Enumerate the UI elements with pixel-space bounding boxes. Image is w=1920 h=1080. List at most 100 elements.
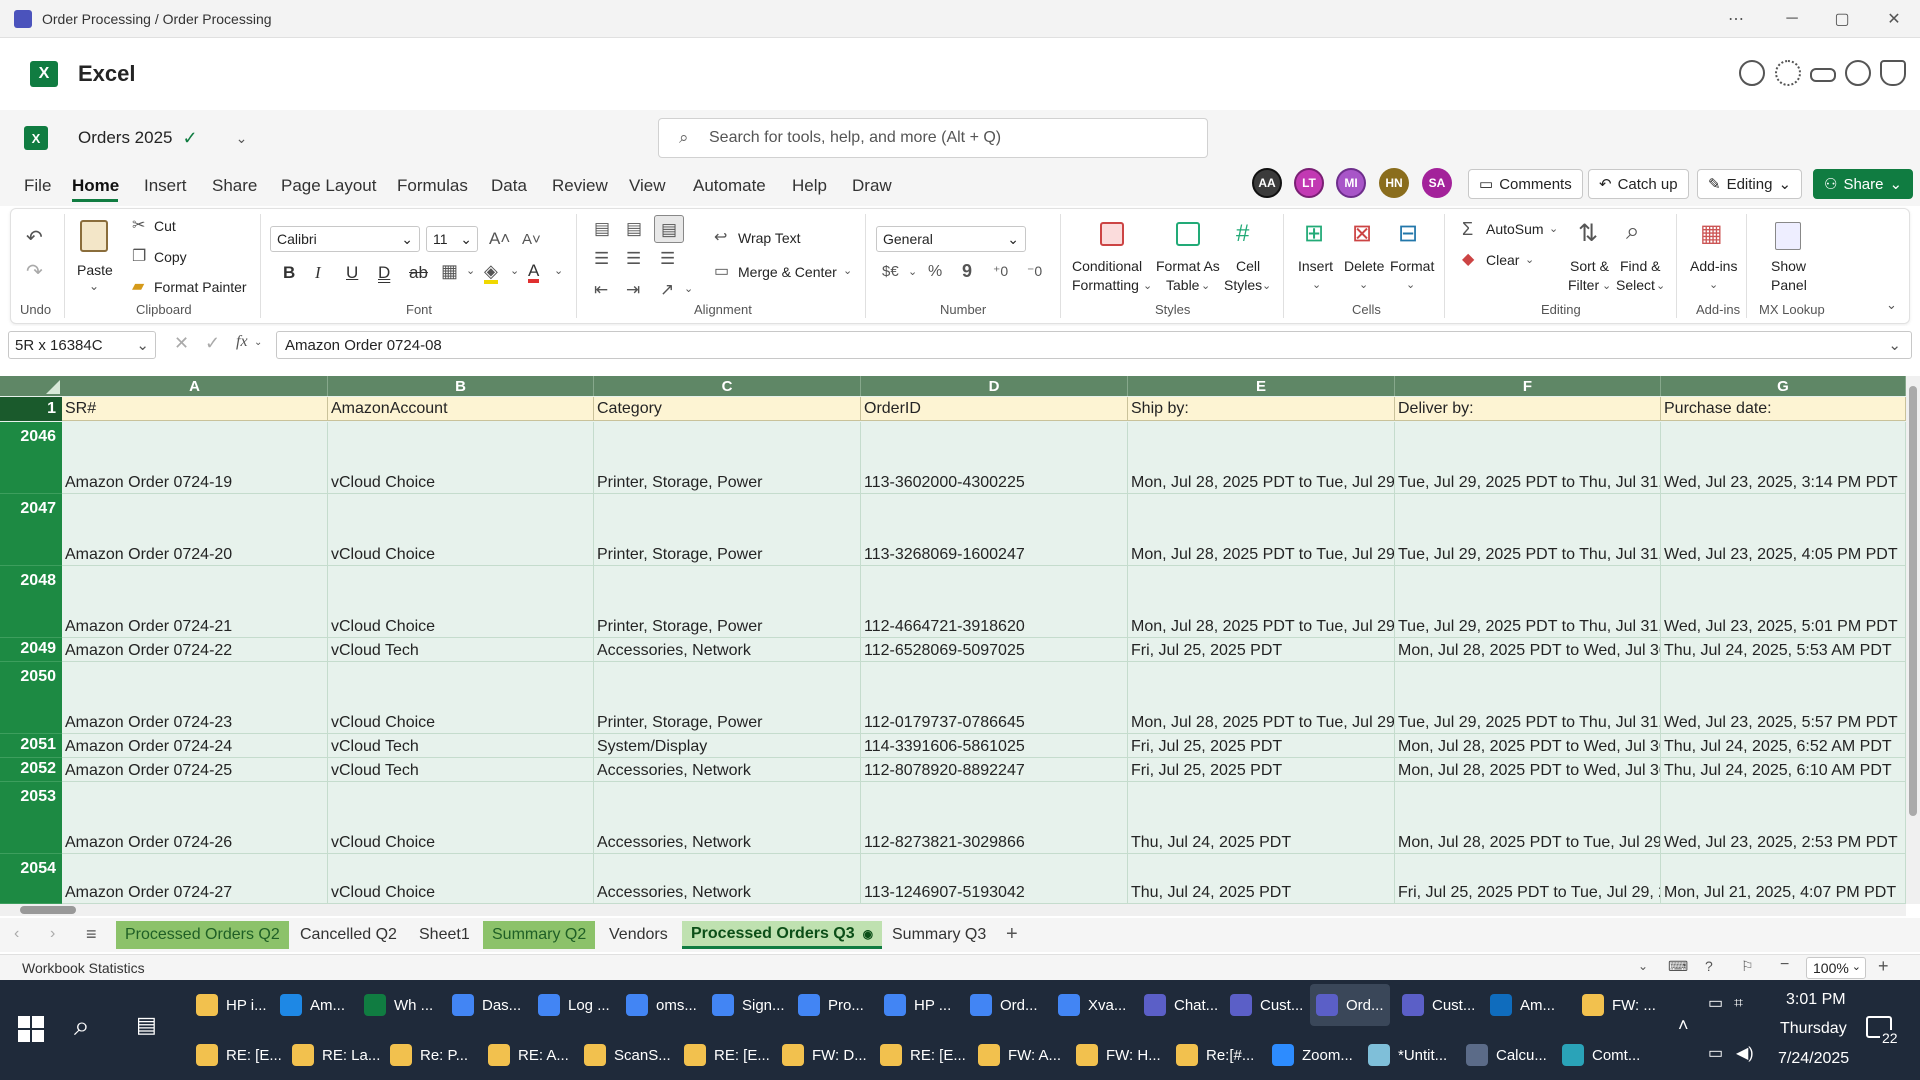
table-cell[interactable]: Mon, Jul 28, 2025 PDT to Tue, Jul 29, 2 (1128, 662, 1395, 734)
clock-date[interactable]: 7/24/2025 (1778, 1050, 1849, 1068)
table-cell[interactable]: Fri, Jul 25, 2025 PDT (1128, 758, 1395, 782)
show-panel-button[interactable]: Show (1771, 258, 1806, 274)
sheet-tab-vendors[interactable]: Vendors (600, 921, 677, 949)
table-cell[interactable]: Tue, Jul 29, 2025 PDT to Thu, Jul 31, 2 (1395, 422, 1661, 494)
taskbar-row2-item[interactable]: RE: [E... (190, 1034, 288, 1076)
currency-icon[interactable]: $€ (882, 264, 899, 279)
insert-function-icon[interactable]: fx (236, 334, 248, 350)
sheet-tab-processed-orders-q3[interactable]: Processed Orders Q3 ◉ (682, 921, 883, 949)
header-cell[interactable]: OrderID (861, 397, 1128, 421)
row-header[interactable]: 2048 (0, 566, 62, 638)
header-cell[interactable]: AmazonAccount (328, 397, 594, 421)
table-cell[interactable]: 113-3268069-1600247 (861, 494, 1128, 566)
table-cell[interactable]: 112-6528069-5097025 (861, 638, 1128, 662)
prev-sheet-icon[interactable]: ‹ (14, 926, 19, 942)
table-cell[interactable]: Amazon Order 0724-20 (62, 494, 328, 566)
chevron-down-icon[interactable]: ⌄ (1359, 280, 1368, 291)
table-cell[interactable]: vCloud Choice (328, 494, 594, 566)
taskbar-row1-item[interactable]: Log ... (532, 984, 616, 1026)
increase-indent-icon[interactable]: ⇥ (626, 281, 640, 298)
format-cells-button[interactable]: Format (1390, 258, 1434, 274)
table-cell[interactable]: Tue, Jul 29, 2025 PDT to Thu, Jul 31, 2 (1395, 662, 1661, 734)
header-cell[interactable]: SR# (62, 397, 328, 421)
sheet-tab-processed-orders-q2[interactable]: Processed Orders Q2 (116, 921, 289, 949)
info-icon[interactable] (1845, 60, 1871, 86)
keyboard-icon[interactable]: ⌨ (1668, 959, 1688, 973)
clock-time[interactable]: 3:01 PM (1786, 991, 1846, 1009)
formula-input[interactable]: Amazon Order 0724-08 ⌄ (276, 331, 1912, 359)
battery-icon[interactable]: ▭ (1708, 996, 1723, 1012)
find-select-button-line2[interactable]: Select (1616, 277, 1655, 293)
feedback-icon[interactable]: ⚐ (1741, 959, 1754, 973)
align-top-icon[interactable]: ▤ (594, 220, 610, 237)
taskbar-row1-item[interactable]: Ord... (964, 984, 1044, 1026)
table-cell[interactable]: 112-0179737-0786645 (861, 662, 1128, 734)
conditional-formatting-icon[interactable] (1100, 222, 1124, 246)
comments-button[interactable]: ▭ Comments (1468, 169, 1583, 199)
row-header[interactable]: 2052 (0, 758, 62, 782)
taskbar-row1-item[interactable]: Am... (274, 984, 351, 1026)
taskbar-row1-item[interactable]: Das... (446, 984, 527, 1026)
number-format-select[interactable]: General ⌄ (876, 226, 1026, 252)
link-icon[interactable] (1810, 68, 1836, 82)
table-cell[interactable]: vCloud Choice (328, 662, 594, 734)
chevron-down-icon[interactable]: ⌄ (1262, 281, 1271, 292)
tab-view[interactable]: View (629, 176, 666, 196)
table-cell[interactable]: Fri, Jul 25, 2025 PDT (1128, 734, 1395, 758)
status-chevron-icon[interactable]: ⌄ (1638, 960, 1648, 972)
double-underline-icon[interactable]: D (378, 264, 390, 281)
table-cell[interactable]: vCloud Tech (328, 734, 594, 758)
taskbar-row1-item[interactable]: Cust... (1396, 984, 1481, 1026)
align-center-icon[interactable]: ☰ (626, 250, 641, 267)
add-ins-button[interactable]: Add-ins (1690, 258, 1737, 274)
taskbar-row1-item[interactable]: Ord... (1310, 984, 1390, 1026)
minimize-button[interactable]: ─ (1770, 0, 1814, 38)
tab-automate[interactable]: Automate (693, 176, 766, 196)
delete-cells-icon[interactable]: ⊠ (1352, 222, 1372, 246)
taskbar-row2-item[interactable]: *Untit... (1362, 1034, 1453, 1076)
table-cell[interactable]: Thu, Jul 24, 2025, 6:52 AM PDT (1661, 734, 1906, 758)
zoom-in-icon[interactable]: + (1878, 957, 1889, 975)
display-icon[interactable]: ▭ (1708, 1046, 1723, 1062)
cut-button[interactable]: Cut (154, 218, 176, 234)
windows-start-icon[interactable] (18, 1016, 44, 1042)
table-cell[interactable]: 113-1246907-5193042 (861, 854, 1128, 904)
taskbar-row2-item[interactable]: Re:[#... (1170, 1034, 1260, 1076)
table-cell[interactable]: vCloud Tech (328, 638, 594, 662)
taskbar-row1-item[interactable]: Chat... (1138, 984, 1224, 1026)
taskbar-row2-item[interactable]: Comt... (1556, 1034, 1646, 1076)
table-cell[interactable]: vCloud Choice (328, 782, 594, 854)
cell-styles-button[interactable]: Cell (1236, 258, 1260, 274)
tab-file[interactable]: File (24, 176, 51, 196)
table-cell[interactable]: Accessories, Network (594, 854, 861, 904)
table-cell[interactable]: Thu, Jul 24, 2025, 6:10 AM PDT (1661, 758, 1906, 782)
table-cell[interactable]: Tue, Jul 29, 2025 PDT to Thu, Jul 31, 2 (1395, 566, 1661, 638)
copy-button[interactable]: Copy (154, 249, 187, 265)
delete-cells-button[interactable]: Delete (1344, 258, 1384, 274)
taskbar-row1-item[interactable]: Wh ... (358, 984, 439, 1026)
more-options-icon[interactable]: ⋯ (1714, 0, 1758, 38)
format-as-table-button-line2[interactable]: Table (1166, 277, 1199, 293)
task-view-icon[interactable]: ▤ (136, 1014, 157, 1036)
tab-review[interactable]: Review (552, 176, 608, 196)
currency-chevron-icon[interactable]: ⌄ (908, 267, 917, 278)
avatar[interactable]: AA (1252, 168, 1282, 198)
table-cell[interactable]: Accessories, Network (594, 638, 861, 662)
font-name-select[interactable]: Calibri ⌄ (270, 226, 420, 252)
taskbar-row1-item[interactable]: oms... (620, 984, 703, 1026)
cancel-entry-icon[interactable]: ✕ (174, 334, 189, 352)
column-header-a[interactable]: A (62, 376, 328, 396)
underline-icon[interactable]: U (346, 264, 358, 281)
undo-icon[interactable]: ↶ (26, 228, 43, 248)
borders-chevron-icon[interactable]: ⌄ (466, 266, 475, 277)
table-cell[interactable]: Wed, Jul 23, 2025, 4:05 PM PDT (1661, 494, 1906, 566)
maximize-button[interactable]: ▢ (1820, 0, 1864, 38)
taskbar-row2-item[interactable]: RE: A... (482, 1034, 575, 1076)
fill-color-icon[interactable]: ◈ (484, 262, 498, 284)
table-cell[interactable]: 112-8078920-8892247 (861, 758, 1128, 782)
share-button[interactable]: ⚇ Share ⌄ (1813, 169, 1914, 199)
network-icon[interactable]: ⌗ (1734, 996, 1743, 1012)
horizontal-scrollbar[interactable] (0, 904, 1906, 916)
bold-icon[interactable]: B (283, 264, 295, 281)
table-cell[interactable]: 114-3391606-5861025 (861, 734, 1128, 758)
